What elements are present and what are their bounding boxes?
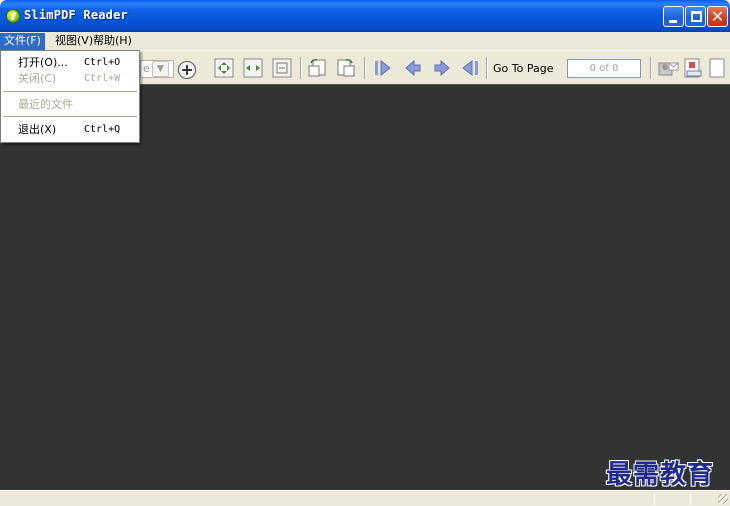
menu-item-label: 最近的文件 [18,98,73,111]
toolbar-separator [486,57,488,79]
rotate-left-button[interactable] [306,57,328,79]
close-icon: ✕ [710,7,725,26]
email-icon [658,62,679,76]
first-page-button[interactable] [372,57,394,79]
fit-page-icon [214,58,234,78]
export-pdf-button[interactable] [682,57,704,79]
status-divider [690,493,691,505]
maximize-icon [691,11,702,22]
toolbar-separator [300,57,302,79]
zoom-dropdown-arrow-icon[interactable]: ▼ [152,61,169,77]
previous-page-icon [405,59,421,77]
menu-help[interactable]: 帮助(H) [89,33,136,50]
menu-item-recent-files[interactable]: 最近的文件 [1,96,139,113]
last-page-icon [462,59,478,77]
file-menu-dropdown: 打开(O)... Ctrl+O 关闭(C) Ctrl+W 最近的文件 退出(X)… [0,50,140,143]
menu-item-shortcut: Ctrl+W [84,73,121,84]
menu-item-shortcut: Ctrl+Q [84,124,121,135]
rotate-right-button[interactable] [335,57,357,79]
overflow-icon [709,58,725,78]
export-pdf-icon [684,58,702,78]
window-title: SlimPDF Reader [24,8,128,22]
actual-size-icon [272,58,292,78]
close-button[interactable]: ✕ [707,6,728,27]
title-bar[interactable]: SlimPDF Reader ✕ [0,0,730,32]
rotate-right-icon [337,59,355,77]
last-page-button[interactable] [459,57,481,79]
status-bar [0,490,730,506]
actual-size-button[interactable] [271,57,293,79]
first-page-icon [375,59,391,77]
watermark-text: 最需教育 [606,460,715,490]
zoom-in-button[interactable] [176,59,197,80]
next-page-icon [434,59,450,77]
next-page-button[interactable] [431,57,453,79]
menu-item-label: 关闭(C) [18,72,57,85]
app-window: SlimPDF Reader ✕ 文件(F) 视图(V) 帮助(H) e ▼ G… [0,0,730,506]
minimize-button[interactable] [663,6,684,27]
email-button[interactable] [657,57,679,79]
menu-separator [3,91,137,92]
minimize-icon [669,20,677,23]
previous-page-button[interactable] [402,57,424,79]
status-divider [654,493,655,505]
fit-page-button[interactable] [213,57,235,79]
toolbar-separator [364,57,366,79]
maximize-button[interactable] [685,6,706,27]
fit-width-icon [243,58,263,78]
document-view[interactable] [0,84,730,490]
fit-width-button[interactable] [242,57,264,79]
menu-item-close[interactable]: 关闭(C) Ctrl+W [1,70,139,87]
toolbar-separator [650,57,652,79]
resize-grip-icon[interactable] [718,494,728,504]
more-tools-button[interactable] [707,57,730,79]
menu-item-open[interactable]: 打开(O)... Ctrl+O [1,54,139,71]
app-logo-icon [6,9,20,23]
menu-item-label: 退出(X) [18,123,57,136]
menu-file[interactable]: 文件(F) [0,33,45,50]
menu-item-exit[interactable]: 退出(X) Ctrl+Q [1,121,139,138]
page-number-field[interactable]: 0 of 0 [567,59,641,78]
zoom-in-icon [177,60,197,80]
menu-separator [3,116,137,117]
menu-bar: 文件(F) 视图(V) 帮助(H) [0,32,730,50]
rotate-left-icon [308,59,326,77]
goto-page-label: Go To Page [493,62,554,75]
menu-item-shortcut: Ctrl+O [84,57,121,68]
menu-item-label: 打开(O)... [18,56,68,69]
